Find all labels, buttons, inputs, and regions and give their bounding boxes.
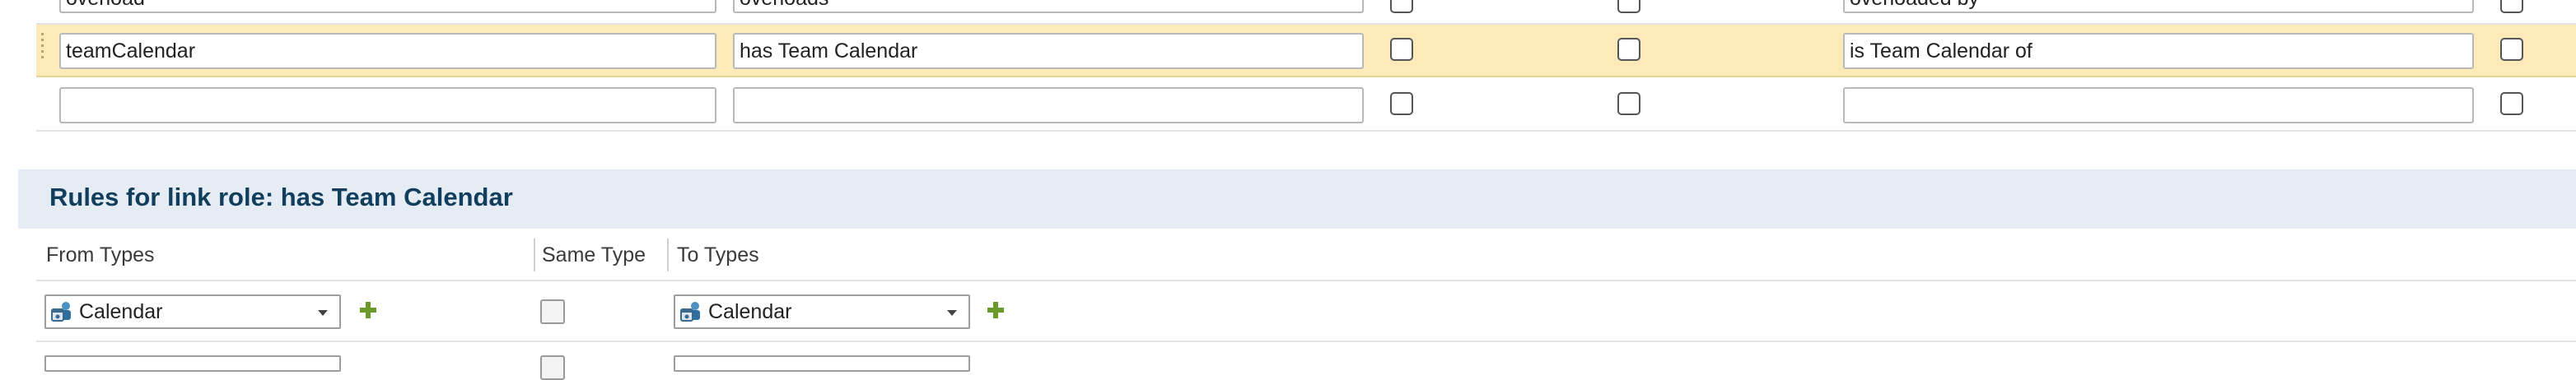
reverse-label-input[interactable]: overloaded by	[1843, 0, 2474, 13]
calendar-type-icon	[680, 302, 700, 322]
checkbox[interactable]	[1390, 38, 1413, 61]
role-name-input[interactable]	[59, 87, 716, 123]
checkbox[interactable]	[1617, 92, 1640, 115]
divider	[36, 341, 2576, 342]
chevron-down-icon	[318, 310, 328, 316]
checkbox[interactable]	[2500, 38, 2523, 61]
same-type-checkbox[interactable]	[540, 355, 565, 380]
calendar-type-icon	[51, 302, 71, 322]
checkbox[interactable]	[1617, 0, 1640, 13]
drag-handle-icon[interactable]	[41, 33, 49, 69]
checkbox[interactable]	[1390, 0, 1413, 13]
from-type-select[interactable]	[44, 355, 341, 372]
from-type-value: Calendar	[79, 300, 163, 323]
to-type-select[interactable]: Calendar	[674, 294, 970, 329]
checkbox[interactable]	[1617, 38, 1640, 61]
reverse-label-input[interactable]	[1843, 87, 2474, 123]
forward-label-input[interactable]	[733, 87, 1364, 123]
to-types-column-header: To Types	[677, 243, 759, 266]
to-type-value: Calendar	[708, 300, 792, 323]
checkbox[interactable]	[1390, 92, 1413, 115]
column-divider	[534, 239, 535, 271]
rules-section-header: Rules for link role: has Team Calendar	[18, 169, 2576, 229]
forward-label-input[interactable]: has Team Calendar	[733, 33, 1364, 69]
divider	[36, 280, 2576, 281]
add-to-type-icon[interactable]	[987, 301, 1005, 319]
reverse-label-input[interactable]: is Team Calendar of	[1843, 33, 2474, 69]
checkbox[interactable]	[2500, 92, 2523, 115]
same-type-checkbox[interactable]	[540, 299, 565, 324]
from-type-select[interactable]: Calendar	[44, 294, 341, 329]
rules-title: Rules for link role: has Team Calendar	[49, 183, 513, 211]
chevron-down-icon	[947, 310, 957, 316]
same-type-column-header: Same Type	[542, 243, 646, 266]
from-types-column-header: From Types	[46, 243, 155, 266]
role-name-input[interactable]: overload	[59, 0, 716, 13]
column-divider	[667, 239, 669, 271]
add-from-type-icon[interactable]	[359, 301, 377, 319]
forward-label-input[interactable]: overloads	[733, 0, 1364, 13]
to-type-select[interactable]	[674, 355, 970, 372]
role-name-input[interactable]: teamCalendar	[59, 33, 716, 69]
checkbox[interactable]	[2500, 0, 2523, 13]
